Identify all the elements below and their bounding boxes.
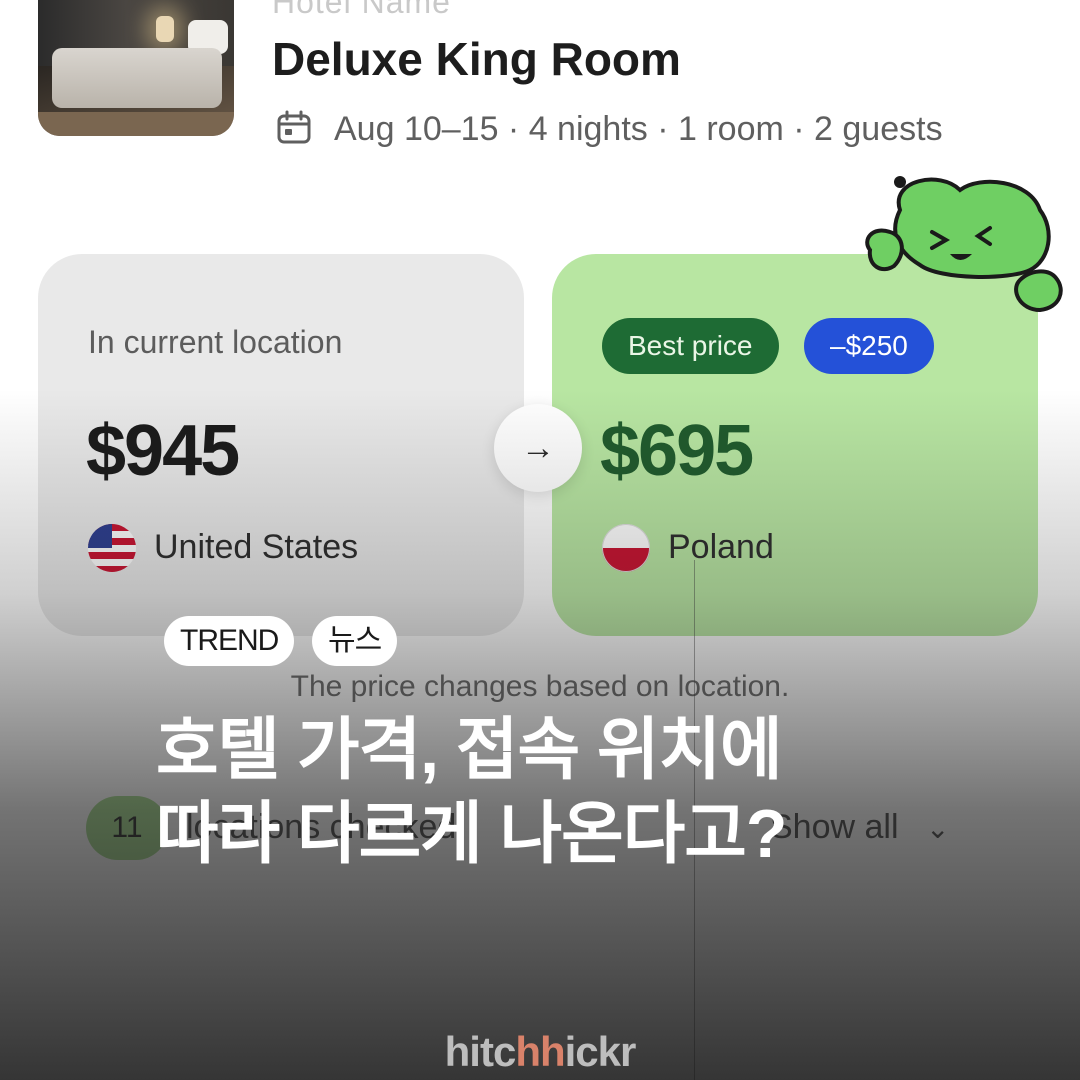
current-country: United States [154, 528, 359, 566]
current-price: $945 [86, 411, 240, 491]
logo-part-1: hitc [444, 1028, 517, 1075]
current-location-label: In current location [88, 324, 343, 360]
headline-line-2: 따라 다르게 나온다고? [156, 796, 787, 872]
brand-logo: hitchhickr [0, 1028, 1080, 1076]
best-price-badge: Best price [602, 318, 779, 374]
headline-line-1: 호텔 가격, 접속 위치에 [156, 712, 783, 788]
tag-news[interactable]: 뉴스 [312, 616, 398, 666]
hotel-name-cut: Hotel Name [272, 0, 451, 20]
calendar-icon [277, 110, 311, 144]
arrow-right-icon[interactable]: → [494, 404, 582, 492]
best-country: Poland [668, 528, 774, 566]
room-thumbnail [38, 0, 234, 136]
tag-trend[interactable]: TREND [164, 616, 295, 666]
logo-part-3: ickr [564, 1028, 637, 1075]
best-price: $695 [600, 411, 754, 491]
us-flag-icon [88, 524, 136, 572]
trip-summary: Aug 10–15 · 4 nights · 1 room · 2 guests [334, 110, 943, 148]
poland-flag-icon [602, 524, 650, 572]
price-note: The price changes based on location. [290, 670, 790, 703]
headline: 호텔 가격, 접속 위치에 따라 다르게 나온다고? [156, 708, 1056, 876]
logo-part-2: hh [515, 1028, 565, 1075]
frog-mascot-icon [865, 176, 1063, 313]
room-title: Deluxe King Room [272, 33, 681, 85]
